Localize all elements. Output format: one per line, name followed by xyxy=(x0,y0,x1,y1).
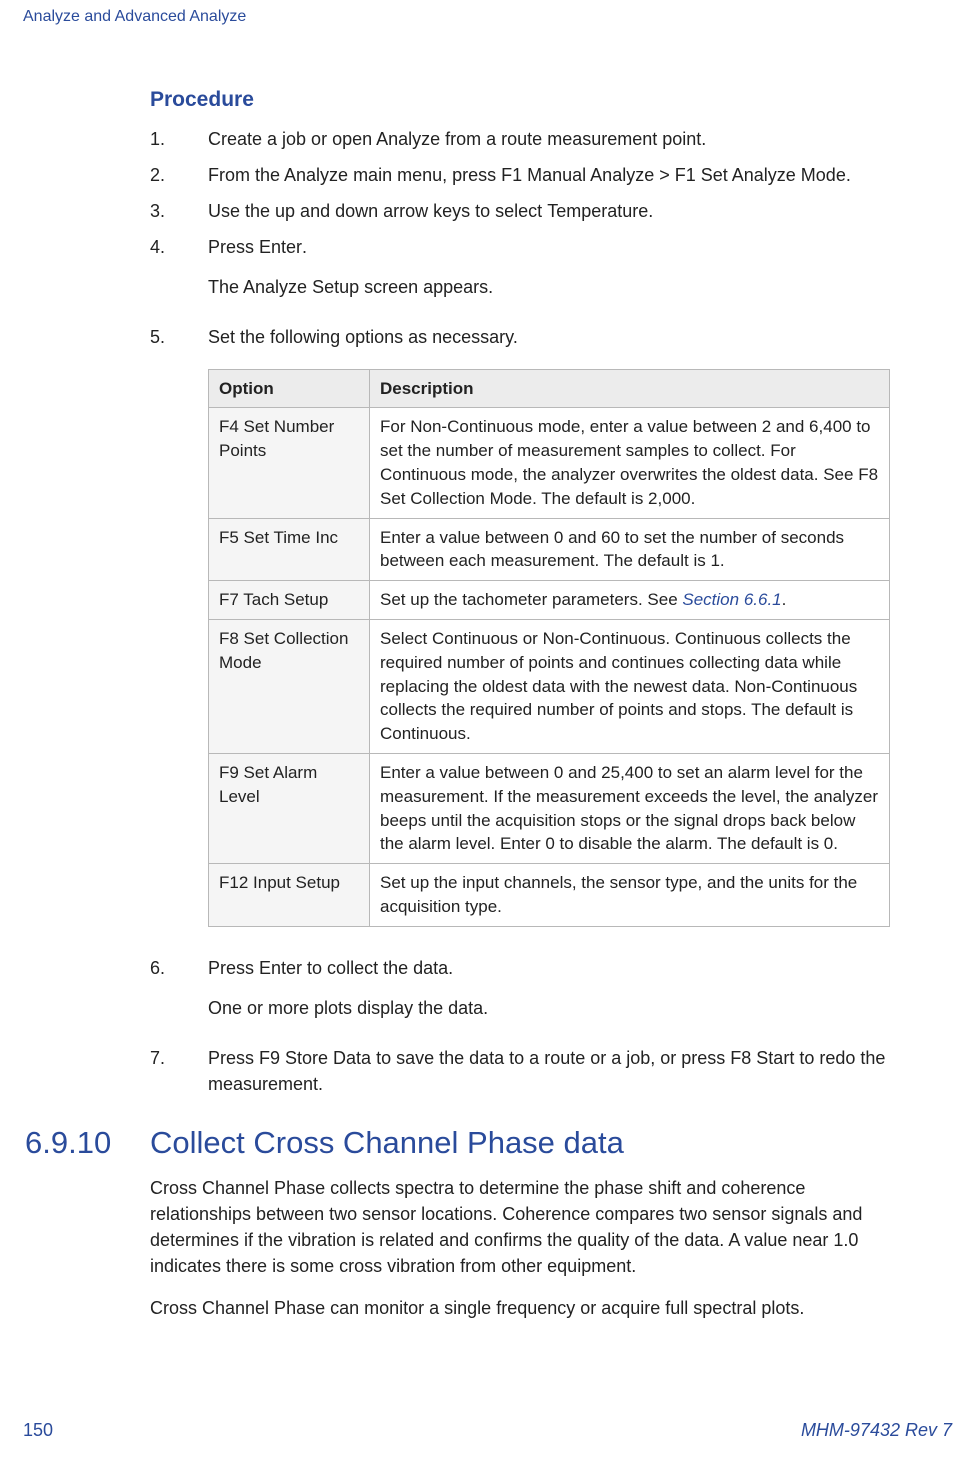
step-6: 6. Press Enter to collect the data. One … xyxy=(150,955,890,1035)
step-5: 5. Set the following options as necessar… xyxy=(150,324,890,944)
procedure-heading: Procedure xyxy=(150,88,890,112)
step-number: 4. xyxy=(150,234,208,314)
table-row: F12 Input Setup Set up the input channel… xyxy=(209,864,890,927)
step-body: Create a job or open Analyze from a rout… xyxy=(208,126,890,152)
ui-term: F1 Manual Analyze xyxy=(501,165,654,185)
ui-term: Non-Continuous xyxy=(734,677,857,696)
description-cell: Set up the input channels, the sensor ty… xyxy=(370,864,890,927)
step-body: Press Enter. The Analyze Setup screen ap… xyxy=(208,234,890,314)
text: Press xyxy=(208,958,259,978)
ui-term: Cross Channel Phase xyxy=(150,1178,325,1198)
options-table: Option Description F4 Set Number Points … xyxy=(208,369,890,927)
ui-term: Continuous xyxy=(380,724,466,743)
step-3: 3. Use the up and down arrow keys to sel… xyxy=(150,198,890,224)
option-cell: F12 Input Setup xyxy=(209,864,370,927)
ui-term: F1 Set Analyze Mode xyxy=(675,165,846,185)
text: > xyxy=(654,165,675,185)
ui-term: Enter xyxy=(259,958,302,978)
text: . xyxy=(466,724,471,743)
text: For xyxy=(380,417,410,436)
text: . xyxy=(846,165,851,185)
table-row: F5 Set Time Inc Enter a value between 0 … xyxy=(209,518,890,581)
step-body: From the Analyze main menu, press F1 Man… xyxy=(208,162,890,188)
option-cell: F9 Set Alarm Level xyxy=(209,753,370,863)
option-cell: F8 Set Collection Mode xyxy=(209,619,370,753)
col-description: Description xyxy=(370,369,890,408)
table-row: F4 Set Number Points For Non-Continuous … xyxy=(209,408,890,518)
page-number: 150 xyxy=(23,1420,53,1441)
ui-term: Non-Continuous xyxy=(543,629,666,648)
step-result: One or more plots display the data. xyxy=(208,995,890,1021)
step-body: Press Enter to collect the data. One or … xyxy=(208,955,890,1035)
text: . xyxy=(648,201,653,221)
table-header-row: Option Description xyxy=(209,369,890,408)
text: mode, the analyzer overwrites the oldest… xyxy=(466,465,858,484)
ui-term: Temperature xyxy=(547,201,648,221)
doc-revision: MHM-97432 Rev 7 xyxy=(801,1420,952,1441)
text: . xyxy=(665,629,674,648)
ui-term: Non-Continuous xyxy=(410,417,533,436)
table-row: F9 Set Alarm Level Enter a value between… xyxy=(209,753,890,863)
text: can monitor a single frequency or acquir… xyxy=(325,1298,804,1318)
text: Set the following options as necessary. xyxy=(208,327,518,347)
text: . xyxy=(302,237,307,257)
text: collects the required number of points a… xyxy=(380,700,853,719)
ui-term: F9 Store Data xyxy=(259,1048,371,1068)
text: Press xyxy=(208,237,259,257)
text: to collect the data. xyxy=(302,958,453,978)
step-number: 1. xyxy=(150,126,208,152)
table-row: F7 Tach Setup Set up the tachometer para… xyxy=(209,581,890,620)
section-6-9-10: 6.9.10 Collect Cross Channel Phase data … xyxy=(150,1125,890,1321)
step-body: Press F9 Store Data to save the data to … xyxy=(208,1045,890,1097)
step-number: 3. xyxy=(150,198,208,224)
ui-term: F8 Start xyxy=(730,1048,794,1068)
text: . xyxy=(782,590,787,609)
step-2: 2. From the Analyze main menu, press F1 … xyxy=(150,162,890,188)
description-cell: Enter a value between 0 and 60 to set th… xyxy=(370,518,890,581)
step-number: 6. xyxy=(150,955,208,1035)
step-number: 5. xyxy=(150,324,208,944)
section-number: 6.9.10 xyxy=(25,1125,111,1161)
paragraph: Cross Channel Phase can monitor a single… xyxy=(150,1295,890,1321)
option-cell: F5 Set Time Inc xyxy=(209,518,370,581)
table-row: F8 Set Collection Mode Select Continuous… xyxy=(209,619,890,753)
option-cell: F4 Set Number Points xyxy=(209,408,370,518)
step-number: 2. xyxy=(150,162,208,188)
section-title: Collect Cross Channel Phase data xyxy=(150,1125,890,1161)
text: Set up the tachometer parameters. See xyxy=(380,590,682,609)
description-cell: Enter a value between 0 and 25,400 to se… xyxy=(370,753,890,863)
description-cell: Set up the tachometer parameters. See Se… xyxy=(370,581,890,620)
text: or xyxy=(518,629,543,648)
text: Select xyxy=(380,629,432,648)
col-option: Option xyxy=(209,369,370,408)
page-footer: 150 MHM-97432 Rev 7 xyxy=(23,1420,952,1441)
option-cell: F7 Tach Setup xyxy=(209,581,370,620)
text: Use the up and down arrow keys to select xyxy=(208,201,547,221)
ui-term: Continuous xyxy=(432,629,518,648)
cross-reference-link[interactable]: Section 6.6.1 xyxy=(682,590,781,609)
procedure-steps: 1. Create a job or open Analyze from a r… xyxy=(150,126,890,1097)
running-header: Analyze and Advanced Analyze xyxy=(23,8,952,26)
ui-term: Cross Channel Phase xyxy=(150,1298,325,1318)
step-number: 7. xyxy=(150,1045,208,1097)
text: Press xyxy=(208,1048,259,1068)
step-1: 1. Create a job or open Analyze from a r… xyxy=(150,126,890,152)
text: . The default is 2,000. xyxy=(532,489,695,508)
ui-term: Continuous xyxy=(380,465,466,484)
ui-term: Continuous xyxy=(675,629,761,648)
step-body: Set the following options as necessary. … xyxy=(208,324,890,944)
paragraph: Cross Channel Phase collects spectra to … xyxy=(150,1175,890,1279)
step-4: 4. Press Enter. The Analyze Setup screen… xyxy=(150,234,890,314)
text: to save the data to a route or a job, or… xyxy=(371,1048,730,1068)
main-content: Procedure 1. Create a job or open Analyz… xyxy=(150,80,890,1338)
step-body: Use the up and down arrow keys to select… xyxy=(208,198,890,224)
text: From the Analyze main menu, press xyxy=(208,165,501,185)
ui-term: Enter xyxy=(259,237,302,257)
description-cell: For Non-Continuous mode, enter a value b… xyxy=(370,408,890,518)
step-result: The Analyze Setup screen appears. xyxy=(208,274,890,300)
step-7: 7. Press F9 Store Data to save the data … xyxy=(150,1045,890,1097)
description-cell: Select Continuous or Non-Continuous. Con… xyxy=(370,619,890,753)
